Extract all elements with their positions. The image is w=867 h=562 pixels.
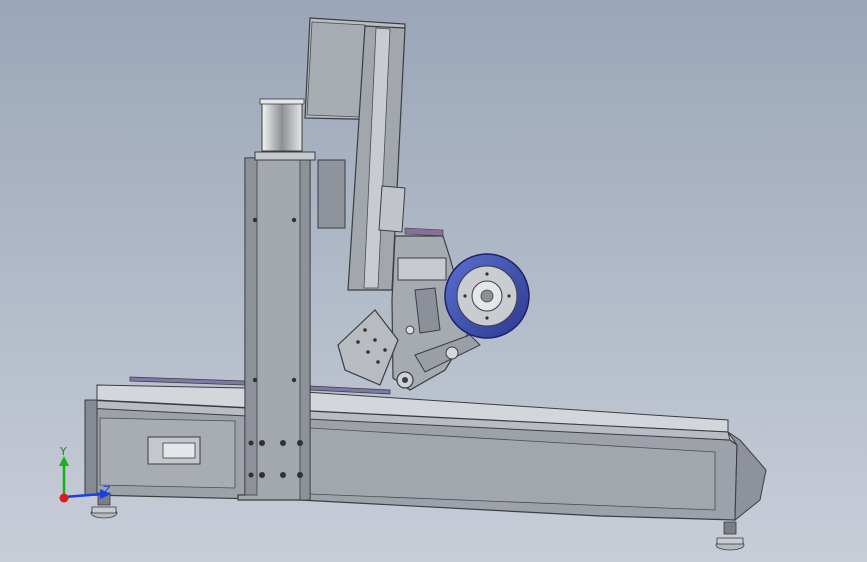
access-window-inner <box>162 442 196 459</box>
cad-model-view[interactable]: Y Z <box>0 0 867 562</box>
vertical-column[interactable] <box>237 151 316 501</box>
base-left-end-plate <box>84 399 98 496</box>
guide-roller-small <box>445 346 459 360</box>
cad-viewport[interactable]: Y Z <box>0 0 867 562</box>
triad-origin <box>59 493 69 503</box>
y-axis-label: Y <box>59 445 67 458</box>
top-drum-assembly[interactable] <box>259 98 305 152</box>
pressure-arm <box>414 287 441 334</box>
slide-top-face <box>306 21 366 118</box>
slide-carriage <box>378 185 406 233</box>
pivot-pin <box>405 325 415 335</box>
z-axis-label: Z <box>103 484 111 497</box>
slide-bracket <box>317 159 346 229</box>
column-cap <box>254 151 316 161</box>
column-face-right <box>299 157 311 501</box>
applicator-bracket <box>397 257 447 281</box>
tape-roller[interactable] <box>444 253 530 339</box>
top-drum <box>261 100 303 152</box>
